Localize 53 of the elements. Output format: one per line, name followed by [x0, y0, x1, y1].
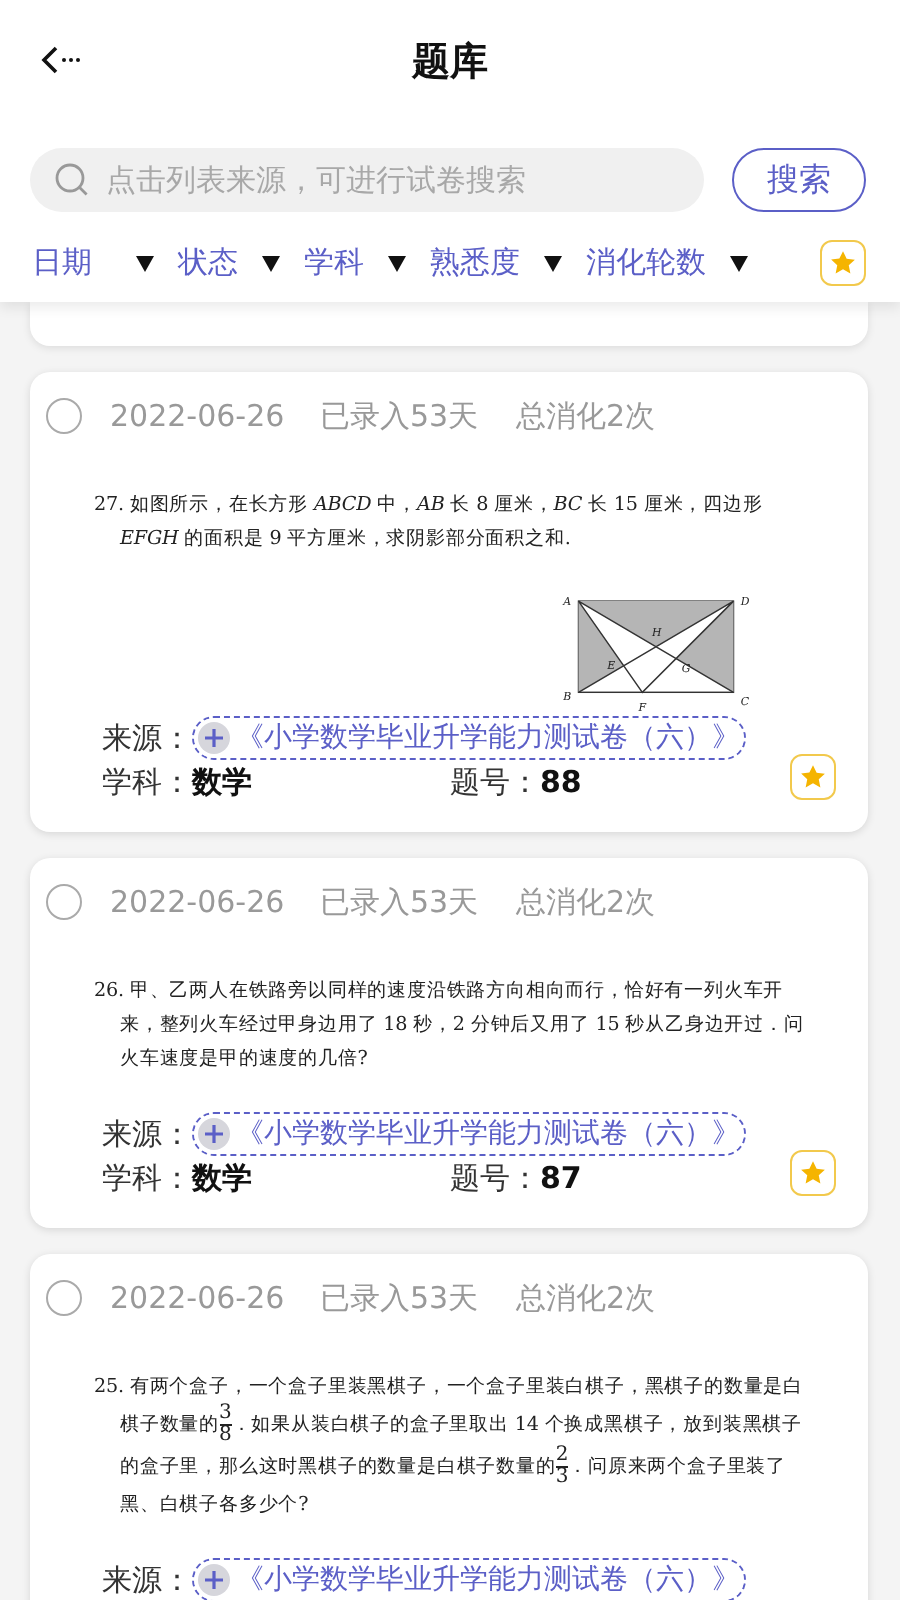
- select-radio[interactable]: [46, 1280, 82, 1316]
- plus-icon: [198, 1118, 230, 1150]
- plus-icon: [198, 1564, 230, 1596]
- search-icon: [54, 162, 90, 198]
- favorite-button[interactable]: [790, 753, 836, 799]
- question-text: 26. 甲、乙两人在铁路旁以同样的速度沿铁路方向相向而行，恰好有一列火车开来，整列火车经过甲身边用了 18 秒，2 分钟后又用了 15 秒从乙身边开过．问火车速度是甲的速度的几倍?: [94, 978, 804, 1074]
- date-text: 2022-06-26: [110, 884, 287, 920]
- entered-days-text: 已录入53天: [320, 1279, 481, 1317]
- entered-days-text: 已录入53天: [320, 883, 481, 921]
- caret-icon: [136, 255, 154, 271]
- source-link[interactable]: 《小学数学毕业升学能力测试卷（六）》: [192, 1558, 746, 1600]
- page-title: 题库: [412, 38, 488, 88]
- source-link[interactable]: 《小学数学毕业升学能力测试卷（六）》: [192, 1112, 746, 1156]
- back-icon[interactable]: [40, 44, 84, 76]
- number-label: 题号：: [450, 763, 540, 801]
- filter-dropdown[interactable]: 状态: [178, 244, 280, 282]
- star-icon: [798, 761, 828, 791]
- star-icon: [828, 248, 858, 278]
- caret-icon: [544, 255, 562, 271]
- subject-value: 数学: [192, 763, 252, 801]
- digest-count-text: 总消化2次: [516, 397, 656, 435]
- filter-dropdown[interactable]: 日期: [32, 244, 154, 282]
- subject-value: 数学: [192, 1159, 252, 1197]
- source-label: 来源：: [102, 1561, 192, 1599]
- filter-dropdown[interactable]: 学科: [304, 244, 406, 282]
- search-field[interactable]: 点击列表来源，可进行试卷搜索: [30, 148, 704, 212]
- filter-dropdown[interactable]: 熟悉度: [430, 244, 562, 282]
- question-text: 27. 如图所示，在长方形 ABCD 中，AB 长 8 厘米，BC 长 15 厘米，四边形 EFGH 的面积是 9 平方厘米，求阴影部分面积之和.: [94, 492, 765, 554]
- source-link[interactable]: 《小学数学毕业升学能力测试卷（六）》: [192, 716, 746, 760]
- filter-dropdown[interactable]: 消化轮数: [586, 244, 748, 282]
- favorite-button[interactable]: [790, 1149, 836, 1195]
- subject-label: 学科：: [102, 763, 192, 801]
- select-radio[interactable]: [46, 398, 82, 434]
- star-icon: [798, 1157, 828, 1187]
- entered-days-text: 已录入53天: [320, 397, 481, 435]
- date-text: 2022-06-26: [110, 398, 287, 434]
- source-label: 来源：: [102, 1115, 192, 1153]
- caret-icon: [262, 255, 280, 271]
- caret-icon: [730, 255, 748, 271]
- subject-label: 学科：: [102, 1159, 192, 1197]
- caret-icon: [388, 255, 406, 271]
- digest-count-text: 总消化2次: [516, 1279, 656, 1317]
- source-label: 来源：: [102, 719, 192, 757]
- digest-count-text: 总消化2次: [516, 883, 656, 921]
- plus-icon: [198, 722, 230, 754]
- search-button[interactable]: 搜索: [732, 148, 866, 212]
- number-value: 88: [540, 764, 582, 800]
- date-text: 2022-06-26: [110, 1280, 287, 1316]
- question-card[interactable]: 2022-06-26 已录入53天 总消化2次 26. 甲、乙两人在铁路旁以同样的速度沿铁路方向相向而行，恰好有一列火车开来，整列火车经过甲身边用了 18 秒，2 分钟后又用了 15 秒从乙身边开过．问火车速度是甲的速度的几倍? 来源： 《小学数学毕业升学能力测试卷（六）》 学科：数学 题号：87: [30, 858, 868, 1228]
- favorite-filter-button[interactable]: [820, 240, 866, 286]
- number-value: 87: [540, 1160, 582, 1196]
- number-label: 题号：: [450, 1159, 540, 1197]
- select-radio[interactable]: [46, 884, 82, 920]
